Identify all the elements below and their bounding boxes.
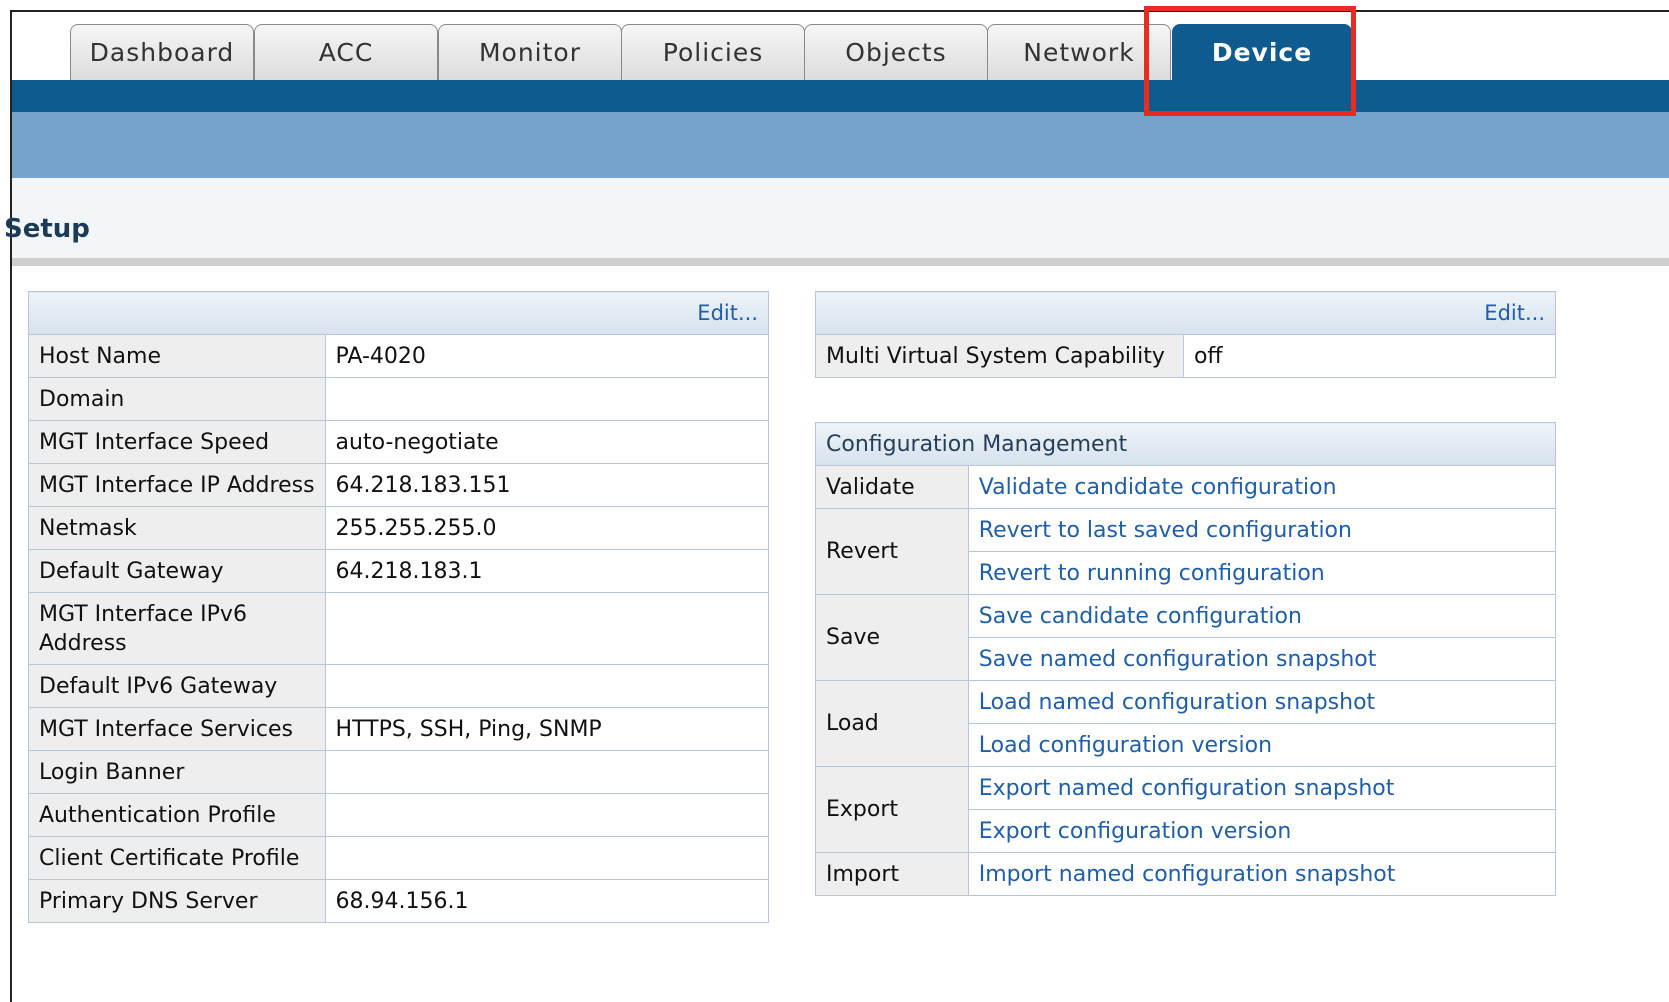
table-row: Load Load named configuration snapshot (815, 680, 1557, 767)
row-label: MGT Interface Services (28, 707, 326, 751)
row-label: Primary DNS Server (28, 879, 326, 923)
table-row: Default IPv6 Gateway (28, 664, 770, 708)
table-row: Multi Virtual System Capability off (815, 334, 1557, 378)
table-row: Authentication Profile (28, 793, 770, 837)
load-named-snapshot-link[interactable]: Load named configuration snapshot (979, 690, 1375, 715)
row-label: Host Name (28, 334, 326, 378)
row-value (324, 592, 770, 665)
table-row: Import Import named configuration snapsh… (815, 852, 1557, 896)
tab-acc[interactable]: ACC (254, 24, 438, 80)
page-title: Setup (4, 214, 90, 244)
table-row: Default Gateway 64.218.183.1 (28, 549, 770, 593)
tab-underline-bar (12, 80, 1669, 112)
import-named-snapshot-link[interactable]: Import named configuration snapshot (979, 862, 1396, 887)
group-label-revert: Revert (815, 508, 969, 595)
mvs-label: Multi Virtual System Capability (815, 334, 1184, 378)
save-candidate-link[interactable]: Save candidate configuration (979, 604, 1302, 629)
config-mgmt-title: Configuration Management (815, 422, 1556, 466)
table-row: Validate Validate candidate configuratio… (815, 465, 1557, 509)
table-row: Revert Revert to last saved configuratio… (815, 508, 1557, 595)
general-settings-header: Edit... (28, 291, 769, 335)
row-label: Default IPv6 Gateway (28, 664, 326, 708)
header-divider (12, 258, 1669, 266)
row-label: Domain (28, 377, 326, 421)
row-label: Netmask (28, 506, 326, 550)
mvs-value: off (1182, 334, 1557, 378)
table-row: Domain (28, 377, 770, 421)
row-label: Default Gateway (28, 549, 326, 593)
revert-running-link[interactable]: Revert to running configuration (979, 561, 1325, 586)
configuration-management-panel: Configuration Management Validate Valida… (815, 422, 1557, 896)
row-label: MGT Interface Speed (28, 420, 326, 464)
table-row: MGT Interface Speed auto-negotiate (28, 420, 770, 464)
table-row: Save Save candidate configuration (815, 594, 1557, 681)
page-header: Setup (4, 178, 1669, 260)
multi-vsys-edit-link[interactable]: Edit... (1484, 301, 1545, 325)
row-value (324, 836, 770, 880)
row-value: PA-4020 (324, 334, 770, 378)
save-named-snapshot-link[interactable]: Save named configuration snapshot (979, 647, 1377, 672)
multi-vsys-header: Edit... (815, 291, 1556, 335)
row-label: MGT Interface IP Address (28, 463, 326, 507)
export-named-snapshot-link[interactable]: Export named configuration snapshot (979, 776, 1395, 801)
table-row: Netmask 255.255.255.0 (28, 506, 770, 550)
multi-vsys-panel: Edit... Multi Virtual System Capability … (815, 291, 1557, 378)
row-label: Authentication Profile (28, 793, 326, 837)
tab-dashboard[interactable]: Dashboard (70, 24, 254, 80)
row-value: 68.94.156.1 (324, 879, 770, 923)
load-config-version-link[interactable]: Load configuration version (979, 733, 1272, 758)
row-value (324, 793, 770, 837)
group-label-export: Export (815, 766, 969, 853)
row-value: 64.218.183.151 (324, 463, 770, 507)
tab-monitor[interactable]: Monitor (438, 24, 622, 80)
row-label: Client Certificate Profile (28, 836, 326, 880)
table-row: Login Banner (28, 750, 770, 794)
row-label: Login Banner (28, 750, 326, 794)
group-label-import: Import (815, 852, 969, 896)
row-label: MGT Interface IPv6 Address (28, 592, 326, 665)
sub-nav-bar (12, 112, 1669, 178)
device-tab-highlight (1144, 6, 1356, 116)
group-label-validate: Validate (815, 465, 969, 509)
table-row: Host Name PA-4020 (28, 334, 770, 378)
row-value: 255.255.255.0 (324, 506, 770, 550)
tab-objects[interactable]: Objects (804, 24, 988, 80)
table-row: Export Export named configuration snapsh… (815, 766, 1557, 853)
table-row: MGT Interface Services HTTPS, SSH, Ping, … (28, 707, 770, 751)
row-value (324, 664, 770, 708)
table-row: Client Certificate Profile (28, 836, 770, 880)
row-value: auto-negotiate (324, 420, 770, 464)
row-value (324, 750, 770, 794)
row-value (324, 377, 770, 421)
revert-last-saved-link[interactable]: Revert to last saved configuration (979, 518, 1352, 543)
group-label-save: Save (815, 594, 969, 681)
table-row: MGT Interface IPv6 Address (28, 592, 770, 665)
row-value: 64.218.183.1 (324, 549, 770, 593)
general-settings-panel: Edit... Host Name PA-4020 Domain MGT Inte… (28, 291, 770, 923)
general-settings-edit-link[interactable]: Edit... (697, 301, 758, 325)
table-row: Primary DNS Server 68.94.156.1 (28, 879, 770, 923)
tab-policies[interactable]: Policies (621, 24, 805, 80)
row-value: HTTPS, SSH, Ping, SNMP (324, 707, 770, 751)
export-config-version-link[interactable]: Export configuration version (979, 819, 1292, 844)
validate-candidate-link[interactable]: Validate candidate configuration (979, 475, 1337, 500)
group-label-load: Load (815, 680, 969, 767)
table-row: MGT Interface IP Address 64.218.183.151 (28, 463, 770, 507)
